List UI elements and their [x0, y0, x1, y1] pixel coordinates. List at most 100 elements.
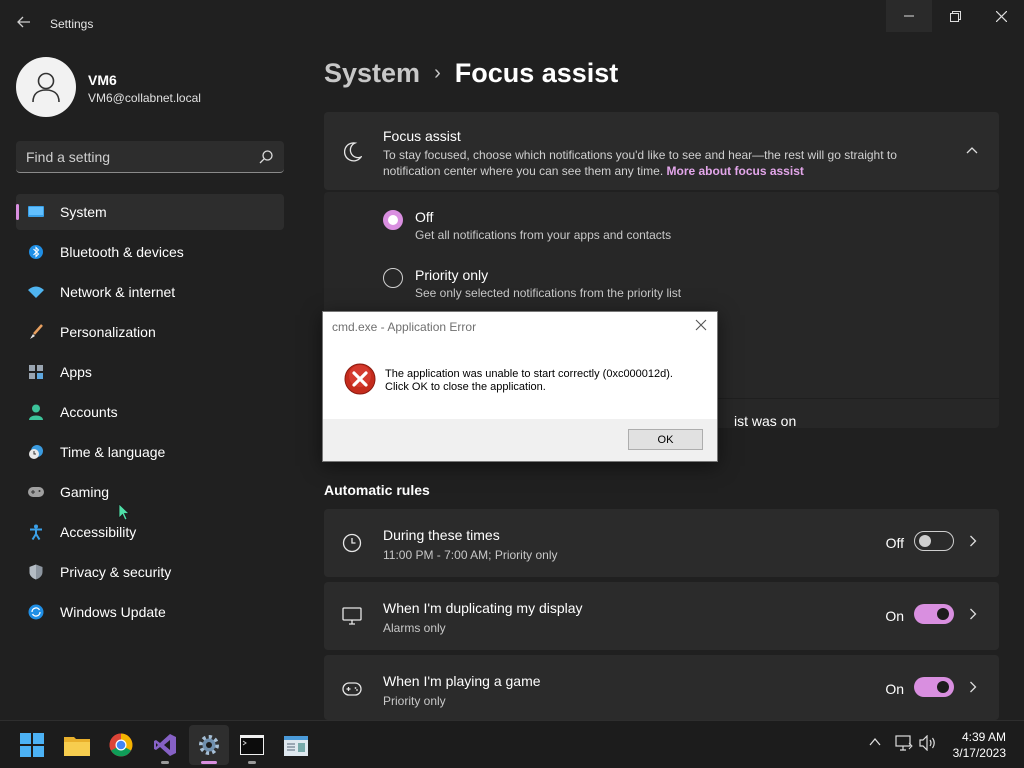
gamepad-icon	[342, 682, 362, 696]
clock-globe-icon	[28, 444, 44, 460]
mouse-cursor-icon	[118, 503, 130, 521]
running-indicator	[161, 761, 169, 764]
search-box[interactable]	[16, 141, 284, 173]
close-icon[interactable]	[693, 317, 709, 333]
sidebar-item-label: Gaming	[60, 484, 110, 500]
volume-icon[interactable]	[919, 735, 937, 751]
radio-priority-only[interactable]	[383, 268, 403, 288]
taskbar-visual-studio[interactable]	[145, 725, 185, 765]
user-email: VM6@collabnet.local	[88, 91, 201, 105]
sidebar-item-bluetooth[interactable]: Bluetooth & devices	[16, 234, 284, 270]
taskbar-chrome[interactable]	[101, 725, 141, 765]
gamepad-icon	[28, 484, 44, 500]
dialog-title: cmd.exe - Application Error	[332, 320, 477, 334]
chevron-up-icon[interactable]	[966, 146, 978, 154]
taskbar-settings[interactable]	[189, 725, 229, 765]
toggle-knob	[937, 608, 949, 620]
back-button[interactable]	[10, 12, 38, 36]
sidebar-nav: System Bluetooth & devices Network & int…	[16, 194, 284, 634]
chevron-right-icon[interactable]	[969, 681, 977, 693]
chevron-right-icon[interactable]	[969, 535, 977, 547]
close-icon	[995, 10, 1007, 22]
taskbar-file-explorer[interactable]	[57, 725, 97, 765]
sidebar-item-label: Personalization	[60, 324, 156, 340]
taskbar-terminal[interactable]	[232, 725, 272, 765]
monitor-icon	[342, 607, 362, 625]
sidebar-item-accessibility[interactable]: Accessibility	[16, 514, 284, 550]
error-icon	[344, 363, 376, 395]
update-icon	[28, 604, 44, 620]
rule-during-these-times[interactable]: During these times 11:00 PM - 7:00 AM; P…	[324, 509, 999, 577]
rule-toggle[interactable]	[914, 531, 954, 551]
system-icon	[28, 204, 44, 220]
restore-button[interactable]	[932, 0, 978, 32]
sidebar-item-gaming[interactable]: Gaming	[16, 474, 284, 510]
focus-assist-title: Focus assist	[383, 128, 461, 144]
breadcrumb-parent[interactable]: System	[324, 58, 420, 89]
clock-time: 4:39 AM	[961, 730, 1006, 744]
settings-icon	[199, 735, 219, 755]
sidebar-item-personalization[interactable]: Personalization	[16, 314, 284, 350]
breadcrumb-separator: ›	[434, 62, 441, 84]
option-off-description: Get all notifications from your apps and…	[415, 228, 672, 242]
sidebar-item-label: Apps	[60, 364, 92, 380]
user-name: VM6	[88, 72, 117, 88]
visual-studio-icon	[154, 734, 176, 756]
bluetooth-icon	[28, 244, 44, 260]
search-icon[interactable]	[258, 149, 274, 165]
sidebar-item-accounts[interactable]: Accounts	[16, 394, 284, 430]
app-title: Settings	[50, 17, 94, 31]
chevron-right-icon[interactable]	[969, 608, 977, 620]
running-indicator	[248, 761, 256, 764]
clock-date: 3/17/2023	[952, 746, 1006, 760]
automatic-rules-heading: Automatic rules	[324, 482, 430, 498]
search-input[interactable]	[26, 141, 246, 172]
avatar[interactable]	[16, 57, 76, 117]
sidebar-item-apps[interactable]: Apps	[16, 354, 284, 390]
wifi-icon	[28, 284, 44, 300]
rule-toggle[interactable]	[914, 677, 954, 697]
dialog-footer: OK	[323, 419, 717, 461]
apps-icon	[28, 364, 44, 380]
dialog-message: The application was unable to start corr…	[385, 368, 673, 394]
sidebar-item-label: System	[60, 204, 107, 220]
rule-title: During these times	[383, 527, 500, 543]
rule-title: When I'm duplicating my display	[383, 600, 583, 616]
rule-toggle[interactable]	[914, 604, 954, 624]
chevron-up-icon[interactable]	[868, 735, 882, 749]
sidebar-item-network[interactable]: Network & internet	[16, 274, 284, 310]
minimize-button[interactable]	[886, 0, 932, 32]
sidebar-item-system[interactable]: System	[16, 194, 284, 230]
radio-off[interactable]	[383, 210, 403, 230]
network-icon[interactable]	[895, 735, 913, 751]
rule-state-label: Off	[885, 535, 904, 551]
terminal-icon	[240, 735, 264, 755]
taskbar: 4:39 AM 3/17/2023	[0, 720, 1024, 768]
sidebar-item-time-language[interactable]: Time & language	[16, 434, 284, 470]
more-about-focus-assist-link[interactable]: More about focus assist	[667, 164, 804, 178]
taskbar-notepad[interactable]	[276, 725, 316, 765]
toggle-knob	[919, 535, 931, 547]
focus-assist-description-text: To stay focused, choose which notificati…	[383, 148, 897, 178]
active-indicator	[201, 761, 217, 764]
focus-assist-header[interactable]: Focus assist To stay focused, choose whi…	[324, 112, 999, 190]
option-priority-description: See only selected notifications from the…	[415, 286, 682, 300]
file-explorer-icon	[64, 737, 90, 756]
rule-duplicating-display[interactable]: When I'm duplicating my display Alarms o…	[324, 582, 999, 650]
shield-icon	[28, 564, 44, 580]
page-title: Focus assist	[454, 58, 619, 88]
rule-playing-game[interactable]: When I'm playing a game Priority only On	[324, 655, 999, 720]
title-bar: Settings	[0, 0, 1024, 48]
chrome-icon	[109, 733, 133, 757]
moon-icon	[344, 142, 362, 162]
sidebar-item-label: Privacy & security	[60, 564, 172, 580]
sidebar-item-privacy[interactable]: Privacy & security	[16, 554, 284, 590]
sidebar-item-windows-update[interactable]: Windows Update	[16, 594, 284, 630]
accessibility-icon	[28, 524, 44, 540]
system-clock[interactable]: 4:39 AM 3/17/2023	[936, 729, 1006, 761]
start-button[interactable]	[12, 725, 52, 765]
option-off-title: Off	[415, 209, 434, 225]
dialog-message-line2: Click OK to close the application.	[385, 381, 546, 393]
ok-button[interactable]: OK	[628, 429, 703, 450]
close-button[interactable]	[978, 0, 1024, 32]
